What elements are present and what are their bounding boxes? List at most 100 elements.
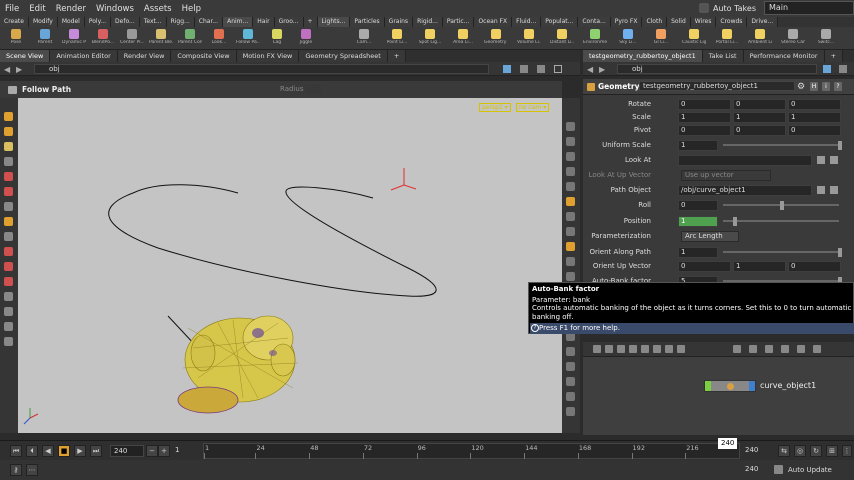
shelf-tool[interactable]: Lag xyxy=(265,27,289,50)
param-field[interactable]: 0 xyxy=(678,200,718,211)
display-option-icon[interactable] xyxy=(566,242,575,251)
layout-icon[interactable] xyxy=(520,65,528,73)
shelf-tab[interactable]: Rigg... xyxy=(166,17,195,27)
timeline-ruler[interactable]: 1 24 48 72 96 120 144 168 192 216 xyxy=(203,443,740,459)
menu-windows[interactable]: Windows xyxy=(91,4,139,14)
param-field[interactable]: 0 xyxy=(678,99,731,110)
network-editor[interactable]: curve_object1 xyxy=(583,357,854,435)
left-path-field[interactable]: obj xyxy=(34,64,489,74)
end-frame-field[interactable]: 240 xyxy=(742,445,772,457)
shelf-tab[interactable]: Model xyxy=(57,17,85,27)
update-icon[interactable] xyxy=(774,465,783,474)
pane-tab[interactable]: Scene View xyxy=(0,50,51,62)
shelf-tab[interactable]: Populat... xyxy=(541,17,579,27)
network-tool-icon[interactable] xyxy=(641,345,649,353)
network-tool-icon[interactable] xyxy=(665,345,673,353)
pin-icon[interactable] xyxy=(503,65,511,73)
display-option-icon[interactable] xyxy=(566,122,575,131)
shelf-tab[interactable]: Defo... xyxy=(111,17,140,27)
jump-icon[interactable] xyxy=(830,186,838,194)
param-slider[interactable] xyxy=(723,220,839,222)
pane-tab[interactable]: Take List xyxy=(702,50,744,62)
menu-file[interactable]: File xyxy=(0,4,24,14)
display-option-icon[interactable] xyxy=(566,197,575,206)
network-view-icon[interactable] xyxy=(797,345,805,353)
param-menu[interactable]: Arc Length xyxy=(681,231,739,242)
param-field[interactable]: 0 xyxy=(678,125,731,136)
shelf-tool[interactable]: Cam... xyxy=(352,27,376,50)
viewport-tool-icon[interactable] xyxy=(4,187,13,196)
network-tool-icon[interactable] xyxy=(677,345,685,353)
node-name-field[interactable]: testgeometry_rubbertoy_object1 xyxy=(639,81,795,91)
add-tab-button[interactable]: + xyxy=(387,50,407,62)
op-chooser-icon[interactable] xyxy=(817,156,825,164)
add-tab-button[interactable]: + xyxy=(824,50,844,62)
shelf-tab[interactable]: Create xyxy=(0,17,29,27)
help-icon[interactable]: H xyxy=(810,82,818,91)
shelf-tool[interactable]: Dynamic Pa... xyxy=(62,27,86,50)
viewport-tool-icon[interactable] xyxy=(4,142,13,151)
network-tool-icon[interactable] xyxy=(605,345,613,353)
realtime-icon[interactable]: ⊞ xyxy=(826,445,838,457)
shelf-tool[interactable]: Look... xyxy=(207,27,231,50)
param-field[interactable]: 1 xyxy=(678,247,718,258)
param-slider[interactable] xyxy=(723,144,839,146)
pane-tab[interactable]: Performance Monitor xyxy=(743,50,825,62)
play-button[interactable]: ▶ xyxy=(74,445,86,457)
shelf-tab[interactable]: Text... xyxy=(139,17,167,27)
shelf-tab[interactable]: Pyro FX xyxy=(610,17,643,27)
increment-button[interactable]: + xyxy=(158,445,170,457)
scope-key-icon[interactable]: ⚷ xyxy=(10,464,22,476)
shelf-tool[interactable]: Follow Pa... xyxy=(236,27,260,50)
display-option-icon[interactable] xyxy=(566,377,575,386)
shelf-tab[interactable]: Groo... xyxy=(274,17,304,27)
network-view-icon[interactable] xyxy=(765,345,773,353)
param-field[interactable]: 1 xyxy=(733,261,786,272)
menu-assets[interactable]: Assets xyxy=(139,4,177,14)
shelf-tab[interactable]: Hair xyxy=(253,17,275,27)
shelf-tool[interactable]: Parent Con... xyxy=(178,27,202,50)
shelf-tab[interactable]: Rigid... xyxy=(413,17,443,27)
shelf-tool[interactable]: Switc... xyxy=(814,27,838,50)
display-option-icon[interactable] xyxy=(566,392,575,401)
curve-node[interactable] xyxy=(704,380,756,392)
scene-viewport[interactable]: persp1 ▾ no cam ▾ xyxy=(18,98,562,433)
back-icon[interactable]: ◀ xyxy=(4,65,10,74)
add-shelf-tab-button[interactable]: + xyxy=(303,17,318,27)
back-icon[interactable]: ◀ xyxy=(587,65,593,74)
slider-knob[interactable] xyxy=(780,201,784,210)
display-option-icon[interactable] xyxy=(566,257,575,266)
param-field[interactable]: 1 xyxy=(678,140,718,151)
loop-icon[interactable]: ↻ xyxy=(810,445,822,457)
param-menu[interactable]: Use up vector xyxy=(681,170,771,181)
pin-icon[interactable] xyxy=(823,65,831,73)
step-field[interactable]: 1 xyxy=(172,445,200,457)
param-field[interactable]: 1 xyxy=(788,112,841,123)
param-field[interactable]: 1 xyxy=(678,216,718,227)
hand-icon[interactable] xyxy=(8,86,17,94)
shelf-tool[interactable]: Geometry L... xyxy=(484,27,508,50)
network-view-icon[interactable] xyxy=(813,345,821,353)
viewport-tool-icon[interactable] xyxy=(4,337,13,346)
menu-render[interactable]: Render xyxy=(51,4,91,14)
desktop-selector[interactable]: Main xyxy=(764,1,854,15)
network-tool-icon[interactable] xyxy=(617,345,625,353)
display-option-icon[interactable] xyxy=(566,272,575,281)
forward-icon[interactable]: ▶ xyxy=(599,65,605,74)
viewport-tool-icon[interactable] xyxy=(4,127,13,136)
shelf-tab[interactable]: Grains xyxy=(384,17,414,27)
shelf-tool[interactable]: Portal Li... xyxy=(715,27,739,50)
jump-end-button[interactable]: ⏭ xyxy=(90,445,102,457)
shelf-tool[interactable]: GI Li... xyxy=(649,27,673,50)
play-reverse-button[interactable]: ◀ xyxy=(42,445,54,457)
question-icon[interactable]: ? xyxy=(834,82,842,91)
display-option-icon[interactable] xyxy=(566,347,575,356)
shelf-tab[interactable]: Anim... xyxy=(223,17,254,27)
shelf-tool[interactable]: Volume Li... xyxy=(517,27,541,50)
gear-icon[interactable]: ⚙ xyxy=(797,82,805,92)
param-path-field[interactable] xyxy=(678,155,812,166)
shelf-tab[interactable]: Particles xyxy=(350,17,385,27)
shelf-tab[interactable]: Cloth xyxy=(642,17,668,27)
auto-update-label[interactable]: Auto Update xyxy=(788,466,832,474)
viewport-tool-icon[interactable] xyxy=(4,247,13,256)
